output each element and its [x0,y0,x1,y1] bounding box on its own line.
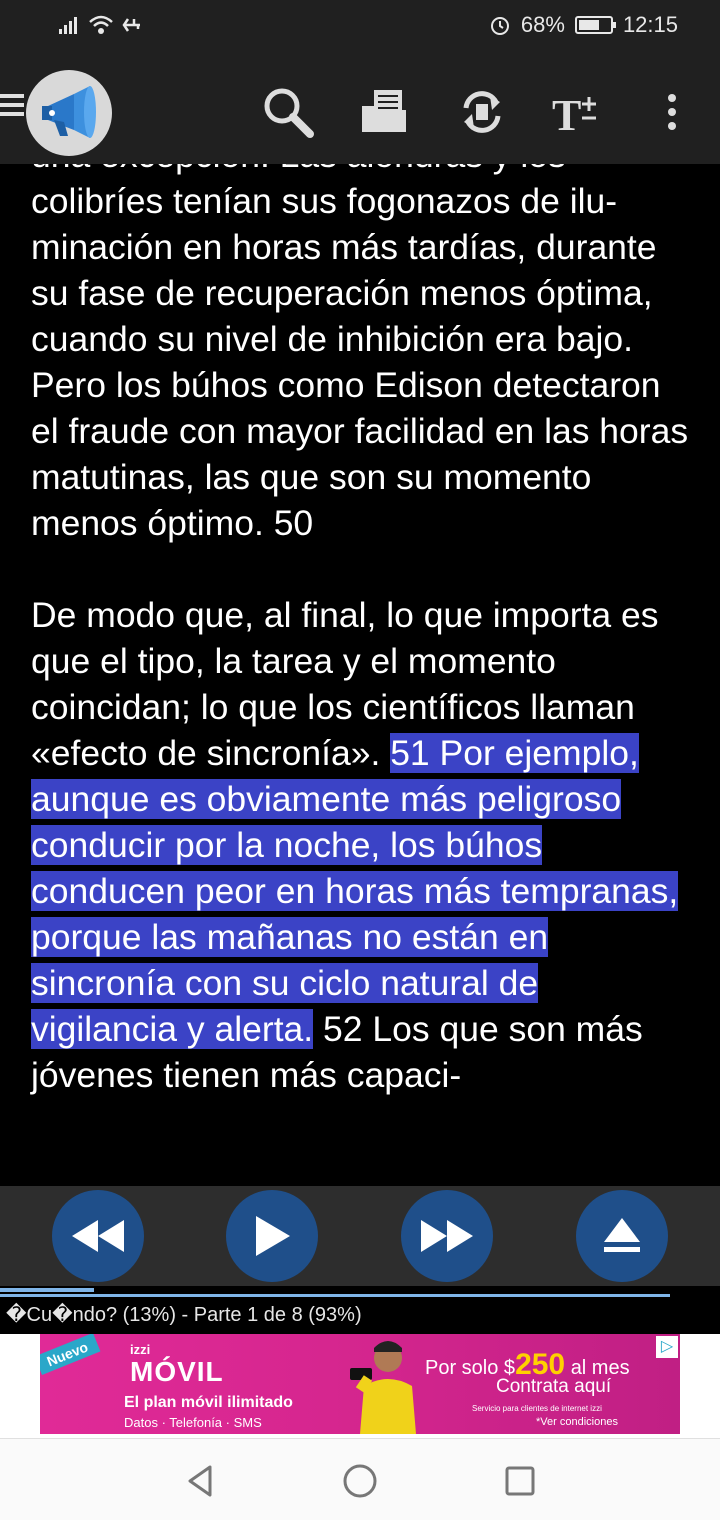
ad-features: Datos · Telefonía · SMS [124,1415,262,1430]
battery-icon [574,16,616,34]
status-bar: 68% 12:15 [0,0,720,56]
playback-controls [0,1186,720,1286]
rewind-button[interactable] [52,1190,144,1282]
ad-fineprint: Servicio para clientes de internet izzi [472,1404,602,1413]
progress-fill [0,1288,94,1292]
ad-choices-icon[interactable]: ▷ [656,1336,678,1358]
clock: 12:15 [622,12,678,37]
play-button[interactable] [226,1190,318,1282]
usb-icon [122,18,140,32]
ad-conditions[interactable]: *Ver condiciones [536,1416,618,1428]
book-text: una excepción. Las alondras y los colibr… [31,164,691,1098]
chapter-status: �Cu�ndo? (13%) - Parte 1 de 8 (93%) [6,1300,720,1334]
rewind-icon [72,1220,124,1252]
menu-icon[interactable] [0,94,24,121]
ad-plan: El plan móvil ilimitado [124,1394,293,1411]
ad-cta[interactable]: Contrata aquí [496,1376,611,1398]
home-icon[interactable] [342,1463,378,1499]
wifi-icon [89,15,113,34]
signal-icon [59,17,77,34]
ad-person-image [350,1341,416,1434]
fast-forward-button[interactable] [401,1190,493,1282]
play-icon [256,1216,290,1256]
more-vert-icon[interactable] [644,84,700,140]
progress-bar[interactable] [0,1286,720,1300]
battery-percent: 68% [520,12,565,37]
eject-icon [604,1218,640,1252]
eject-button[interactable] [576,1190,668,1282]
text-size-icon[interactable]: T [548,84,604,140]
highlighted-passage[interactable]: 51 Por ejemplo, aunque es obviamente más… [31,733,679,1049]
ad-banner-area: Nuevo izzi MÓVIL El plan móvil ilimitado… [0,1334,720,1438]
app-toolbar: T [0,56,720,164]
back-icon[interactable] [182,1463,218,1499]
open-folder-icon[interactable] [356,84,412,140]
reading-area[interactable]: una excepción. Las alondras y los colibr… [0,164,720,1186]
ad-brand: izzi [130,1342,151,1357]
svg-text:T: T [552,91,581,140]
ad-banner[interactable]: Nuevo izzi MÓVIL El plan móvil ilimitado… [40,1334,680,1434]
ad-product: MÓVIL [130,1356,224,1387]
ad-badge: Nuevo [40,1334,101,1376]
paragraph-1: una excepción. Las alondras y los colibr… [31,164,689,543]
recents-icon[interactable] [502,1463,538,1499]
megaphone-logo-icon[interactable] [26,70,112,156]
sync-icon[interactable] [454,84,510,140]
paragraph-2: De modo que, al final, lo que importa es… [31,592,691,1098]
alarm-icon [490,17,509,35]
system-nav-bar [0,1438,720,1520]
fast-forward-icon [421,1220,473,1252]
search-icon[interactable] [260,84,316,140]
